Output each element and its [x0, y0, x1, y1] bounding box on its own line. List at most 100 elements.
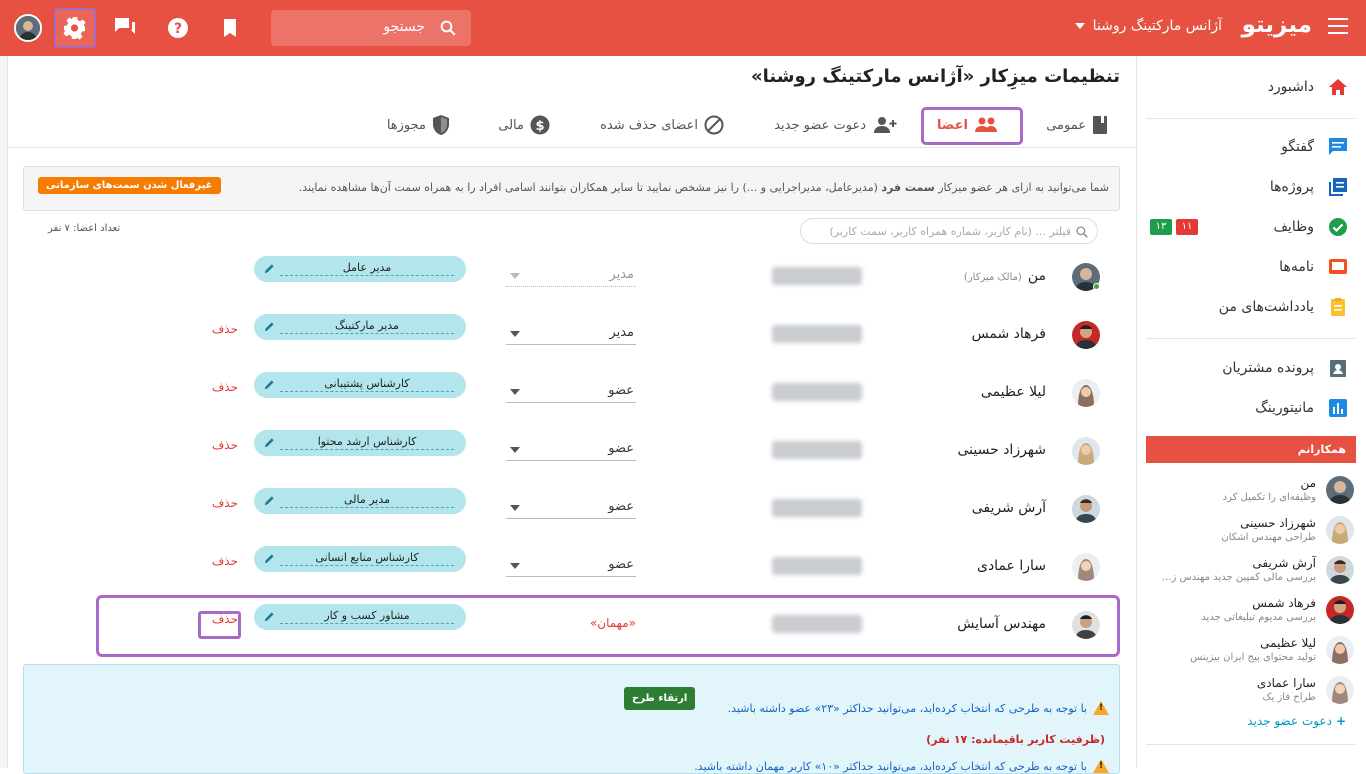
coworker-item[interactable]: فرهاد شمس بررسی مدیوم تبلیغاتی جدید	[1146, 594, 1356, 634]
member-row: آرش شریفی عضو مدیر مالی حذف	[16, 481, 1120, 539]
edit-icon[interactable]	[264, 437, 275, 448]
delete-button-highlight	[198, 611, 241, 639]
sidebar-item-label: وظایف	[1273, 219, 1314, 235]
position-value: مدیر عامل	[280, 261, 454, 276]
delete-member-button[interactable]: حذف	[212, 322, 238, 336]
help-icon[interactable]: ?	[163, 13, 193, 43]
coworker-name: لیلا عظیمی	[1260, 636, 1316, 650]
sidebar-item-label: نامه‌ها	[1279, 259, 1314, 275]
sidebar-item-notes[interactable]: یادداشت‌های من	[1136, 287, 1366, 327]
invite-member-link[interactable]: +دعوت عضو جدید	[1247, 714, 1346, 728]
edit-icon[interactable]	[264, 263, 275, 274]
avatar	[1326, 556, 1354, 584]
chevron-down-icon	[1074, 23, 1085, 29]
delete-member-button[interactable]: حذف	[212, 380, 238, 394]
bookmark-icon[interactable]	[215, 13, 245, 43]
sidebar-item-label: گفتگو	[1281, 139, 1314, 155]
coworker-activity: بررسی مدیوم تبلیغاتی جدید	[1201, 612, 1316, 623]
position-field[interactable]: مدیر مالی	[254, 488, 466, 514]
member-name-text: من	[1027, 268, 1046, 284]
member-row: لیلا عظیمی عضو کارشناس پشتیبانی حذف	[16, 365, 1120, 423]
tab-invite[interactable]: دعوت عضو جدید	[774, 106, 898, 144]
tab-label: مالی	[498, 117, 524, 133]
workspace-selector[interactable]: آژانس مارکتینگ روشنا	[1074, 18, 1222, 34]
chevron-down-icon	[510, 389, 520, 395]
sidebar-item-tasks[interactable]: وظایف ۱۱ ۱۳	[1136, 207, 1366, 247]
menu-icon[interactable]	[1328, 18, 1348, 34]
sidebar-item-monitoring[interactable]: مانیتورینگ	[1136, 388, 1366, 428]
avatar	[1326, 516, 1354, 544]
position-field[interactable]: مدیر مارکتینگ	[254, 314, 466, 340]
chevron-down-icon	[510, 563, 520, 569]
sidebar-item-projects[interactable]: پروژه‌ها	[1136, 167, 1366, 207]
chevron-down-icon	[510, 447, 520, 453]
edit-icon[interactable]	[264, 379, 275, 390]
gear-icon[interactable]	[60, 13, 90, 43]
disable-positions-button[interactable]: غیرفعال شدن سمت‌های سازمانی	[38, 177, 221, 194]
position-field[interactable]: کارشناس پشتیبانی	[254, 372, 466, 398]
position-field[interactable]: مدیر عامل	[254, 256, 466, 282]
edit-icon[interactable]	[264, 495, 275, 506]
divider	[1146, 118, 1356, 119]
search-input[interactable]: جستجو	[271, 10, 471, 46]
role-value: مدیر	[609, 267, 634, 282]
tab-members-highlight	[921, 107, 1023, 145]
role-select[interactable]: عضو	[506, 497, 636, 519]
coworker-item[interactable]: لیلا عظیمی تولید محتوای پیج ایران بیزینس	[1146, 634, 1356, 674]
svg-text:?: ?	[174, 21, 182, 37]
role-value: عضو	[608, 383, 634, 398]
notice-text-part: (مدیرعامل، مدیراجرایی و ...) را نیز مشخص…	[298, 181, 882, 194]
sidebar-item-label: پرونده مشتریان	[1222, 360, 1314, 376]
sidebar-item-chat[interactable]: گفتگو	[1136, 127, 1366, 167]
notice-text-bold: سمت فرد	[881, 181, 935, 194]
coworker-activity: بررسی مالی کمپین جدید مهندس ز...	[1162, 572, 1316, 583]
sidebar-item-label: داشبورد	[1267, 79, 1314, 95]
brand-logo[interactable]: میزیتو	[1242, 12, 1312, 38]
user-avatar[interactable]	[14, 14, 42, 42]
role-select[interactable]: عضو	[506, 439, 636, 461]
plan-guests-line: با توجه به طرحی که انتخاب کرده‌اید، می‌ت…	[694, 759, 1109, 773]
coworker-item[interactable]: سارا عمادی طراح فاز یک	[1146, 674, 1356, 714]
avatar	[1326, 596, 1354, 624]
role-select: مدیر	[506, 265, 636, 287]
divider	[1146, 338, 1356, 339]
tab-label: اعضای حذف شده	[600, 117, 698, 133]
block-icon	[704, 115, 724, 135]
member-row: فرهاد شمس مدیر مدیر مارکتینگ حذف	[16, 307, 1120, 365]
sidebar-item-letters[interactable]: نامه‌ها	[1136, 247, 1366, 287]
search-icon	[1076, 226, 1088, 238]
guest-row-highlight	[96, 595, 1120, 657]
members-filter-input[interactable]: فیلتر ... (نام کاربر، شماره همراه کاربر،…	[800, 218, 1098, 244]
edit-icon[interactable]	[264, 553, 275, 564]
role-value: مدیر	[609, 325, 634, 340]
position-field[interactable]: کارشناس منابع انسانی	[254, 546, 466, 572]
edit-icon[interactable]	[264, 321, 275, 332]
tab-removed-members[interactable]: اعضای حذف شده	[600, 106, 724, 144]
position-value: کارشناس منابع انسانی	[280, 551, 454, 566]
tab-financial[interactable]: $ مالی	[498, 106, 550, 144]
search-icon	[440, 20, 456, 36]
sidebar-item-customers[interactable]: پرونده مشتریان	[1136, 348, 1366, 388]
tab-general[interactable]: عمومی	[1046, 106, 1108, 144]
delete-member-button[interactable]: حذف	[212, 438, 238, 452]
sidebar-item-label: یادداشت‌های من	[1218, 299, 1314, 315]
sidebar-item-dashboard[interactable]: داشبورد	[1136, 67, 1366, 107]
role-select[interactable]: مدیر	[506, 323, 636, 345]
upgrade-plan-button[interactable]: ارتقاء طرح	[624, 687, 696, 710]
coworker-activity: تولید محتوای پیج ایران بیزینس	[1190, 652, 1316, 663]
coworker-item[interactable]: شهرزاد حسینی طراحی مهندس اشکان	[1146, 514, 1356, 554]
position-field[interactable]: کارشناس ارشد محتوا	[254, 430, 466, 456]
tab-permissions[interactable]: مجوزها	[387, 106, 450, 144]
role-value: عضو	[608, 499, 634, 514]
role-select[interactable]: عضو	[506, 381, 636, 403]
avatar	[1072, 553, 1100, 581]
delete-member-button[interactable]: حذف	[212, 554, 238, 568]
role-select[interactable]: عضو	[506, 555, 636, 577]
notice-text-part: شما می‌توانید به ازای هر عضو میزکار	[934, 181, 1109, 194]
contact-card-icon	[1330, 360, 1346, 377]
coworker-item[interactable]: من وظیفه‌ای را تکمیل کرد	[1146, 474, 1356, 514]
chat-icon[interactable]	[111, 13, 141, 43]
delete-member-button[interactable]: حذف	[212, 496, 238, 510]
coworker-item[interactable]: آرش شریفی بررسی مالی کمپین جدید مهندس ز.…	[1146, 554, 1356, 594]
filter-placeholder: فیلتر ... (نام کاربر، شماره همراه کاربر،…	[829, 225, 1071, 238]
